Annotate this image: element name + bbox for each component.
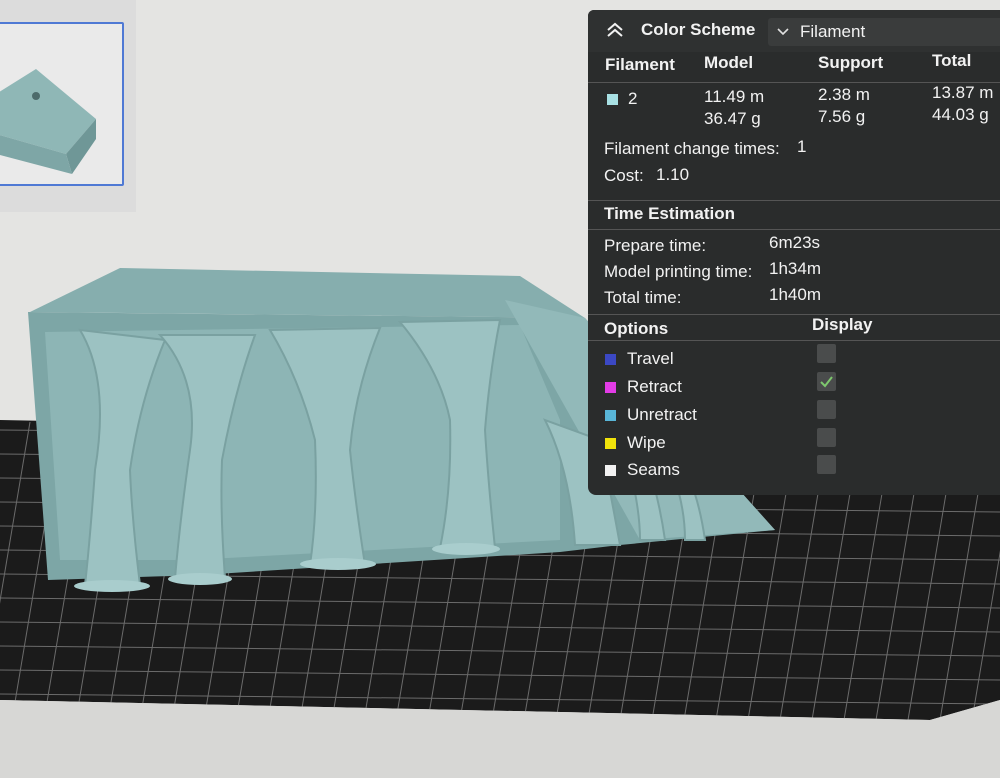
seams-swatch [605, 465, 616, 476]
unretract-swatch [605, 410, 616, 421]
total-time-label: Total time: [604, 288, 682, 307]
option-wipe-label: Wipe [627, 433, 666, 452]
double-chevron-up-icon[interactable] [606, 22, 624, 38]
support-length: 2.38 m [818, 85, 870, 104]
option-travel-label: Travel [627, 349, 674, 368]
travel-display-checkbox[interactable] [817, 344, 836, 363]
time-estimation-heading: Time Estimation [604, 204, 735, 223]
retract-display-checkbox[interactable] [817, 372, 836, 391]
travel-swatch [605, 354, 616, 365]
model-printing-time-value: 1h34m [769, 259, 821, 278]
legend-panel: Color Scheme Filament Filament Model Sup… [588, 10, 1000, 495]
column-model: Model [704, 53, 754, 72]
check-icon [820, 376, 833, 388]
options-heading: Options [604, 319, 669, 338]
support-weight: 7.56 g [818, 107, 866, 126]
wipe-display-checkbox[interactable] [817, 428, 836, 447]
color-scheme-title: Color Scheme [641, 20, 756, 39]
model-printing-time-label: Model printing time: [604, 262, 753, 281]
prepare-time-value: 6m23s [769, 233, 821, 252]
seams-display-checkbox[interactable] [817, 455, 836, 474]
unretract-display-checkbox[interactable] [817, 400, 836, 419]
total-weight: 44.03 g [932, 105, 989, 124]
object-thumbnail[interactable] [0, 22, 124, 186]
filament-change-label: Filament change times: [604, 139, 780, 158]
wipe-swatch [605, 438, 616, 449]
total-length: 13.87 m [932, 83, 994, 102]
retract-swatch [605, 382, 616, 393]
chevron-down-icon [776, 27, 790, 37]
model-preview-icon [0, 69, 96, 174]
option-retract-label: Retract [627, 377, 682, 396]
total-time-value: 1h40m [769, 285, 821, 304]
cost-label: Cost: [604, 166, 644, 185]
filament-change-value: 1 [797, 137, 807, 156]
filament-color-swatch [607, 94, 618, 105]
model-length: 11.49 m [704, 87, 765, 106]
column-total: Total [932, 51, 972, 70]
color-scheme-select[interactable]: Filament [768, 18, 1000, 46]
filament-id: 2 [628, 89, 638, 108]
column-support: Support [818, 53, 884, 72]
prepare-time-label: Prepare time: [604, 236, 707, 255]
cost-value: 1.10 [656, 165, 690, 184]
option-unretract-label: Unretract [627, 405, 697, 424]
color-scheme-value: Filament [800, 22, 866, 41]
column-filament: Filament [605, 55, 675, 74]
option-seams-label: Seams [627, 460, 680, 479]
display-heading: Display [812, 315, 873, 334]
model-weight: 36.47 g [704, 109, 761, 128]
